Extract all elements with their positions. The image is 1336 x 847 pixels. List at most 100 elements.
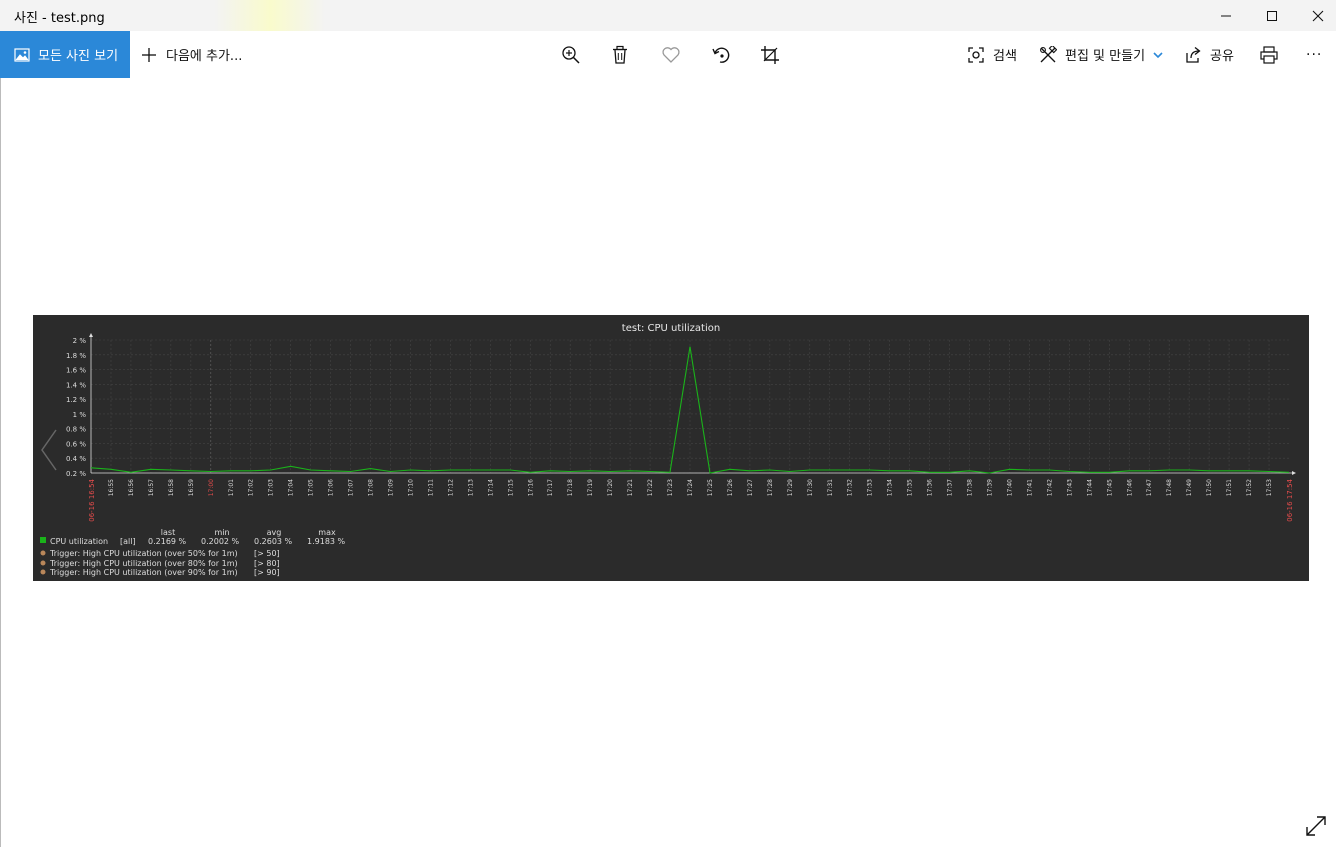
trigger-label: Trigger: High CPU utilization (over 90% …	[49, 568, 238, 577]
x-tick-label: 17:07	[348, 479, 355, 496]
x-tick-label: 17:08	[368, 479, 375, 496]
minimize-button[interactable]	[1203, 0, 1249, 31]
x-tick-label: 17:26	[727, 479, 734, 496]
x-tick-label: 17:40	[1006, 479, 1013, 496]
x-tick-label: 17:18	[567, 479, 574, 496]
chevron-down-icon	[1153, 51, 1163, 58]
legend-series-func: [all]	[120, 537, 136, 546]
close-button[interactable]	[1295, 0, 1336, 31]
x-tick-label: 17:24	[687, 479, 694, 496]
y-tick-label: 1 %	[73, 411, 87, 419]
x-tick-label: 17:09	[388, 479, 395, 496]
y-tick-label: 0.4 %	[66, 455, 86, 463]
legend-header-avg: avg	[267, 528, 282, 537]
add-to-label: 다음에 추가...	[166, 49, 243, 64]
legend-header-min: min	[214, 528, 229, 537]
x-tick-label: 17:53	[1266, 479, 1273, 496]
x-tick-label: 16:57	[148, 479, 155, 496]
x-tick-label: 17:34	[887, 479, 894, 496]
y-tick-label: 1.4 %	[66, 381, 86, 389]
x-tick-label: 17:03	[268, 479, 275, 496]
x-tick-label: 17:50	[1206, 479, 1213, 496]
legend-min-value: 0.2002 %	[201, 537, 240, 546]
legend-avg-value: 0.2603 %	[254, 537, 293, 546]
more-label: ···	[1306, 46, 1323, 63]
add-to-button[interactable]: 다음에 추가...	[140, 31, 242, 78]
x-tick-label: 17:28	[767, 479, 774, 496]
legend-header-last: last	[161, 528, 175, 537]
legend-last-value: 0.2169 %	[148, 537, 187, 546]
x-tick-label: 16:56	[128, 479, 135, 496]
chart-title: test: CPU utilization	[622, 323, 720, 334]
x-tick-label: 17:48	[1166, 479, 1173, 496]
cpu-utilization-graph: test: CPU utilization 2 % 1.8 % 1.6 % 1.4 %…	[33, 315, 1309, 581]
x-tick-label: 16:55	[108, 479, 115, 496]
x-tick-label: 17:39	[987, 479, 994, 496]
trigger-condition: [> 80]	[254, 559, 280, 568]
trigger-label: Trigger: High CPU utilization (over 50% …	[49, 549, 238, 558]
share-button[interactable]: 공유	[1184, 31, 1234, 78]
search-label: 검색	[993, 49, 1017, 64]
edit-create-button[interactable]: 편집 및 만들기	[1039, 31, 1164, 78]
x-tick-label: 17:32	[847, 479, 854, 496]
x-tick-label: 17:46	[1126, 479, 1133, 496]
x-tick-label: 17:41	[1026, 479, 1033, 496]
maximize-button[interactable]	[1249, 0, 1295, 31]
heart-icon	[662, 47, 680, 63]
x-tick-label: 17:11	[427, 479, 434, 496]
trigger-dot	[40, 569, 46, 575]
trigger-condition: [> 50]	[254, 549, 280, 558]
more-button[interactable]: ···	[1306, 31, 1322, 78]
rotate-button[interactable]	[705, 39, 737, 71]
trigger-dot	[40, 560, 46, 566]
x-tick-label: 17:21	[627, 479, 634, 496]
x-tick-label: 16:58	[168, 479, 175, 496]
print-button[interactable]	[1253, 39, 1285, 71]
x-tick-label: 17:42	[1046, 479, 1053, 496]
x-tick-label: 17:33	[867, 479, 874, 496]
trash-icon	[613, 45, 627, 64]
image-icon	[14, 47, 30, 62]
x-tick-label: 17:37	[947, 479, 954, 496]
x-tick-label: 17:27	[747, 479, 754, 496]
x-tick-label: 17:30	[807, 479, 814, 496]
x-tick-label: 17:00	[208, 479, 215, 496]
previous-image-button[interactable]	[38, 428, 62, 472]
fullscreen-button[interactable]	[1304, 814, 1328, 838]
share-icon	[1186, 46, 1201, 63]
favorite-button[interactable]	[655, 39, 687, 71]
x-tick-label: 17:04	[288, 479, 295, 496]
maximize-icon	[1267, 10, 1277, 21]
x-tick-label: 17:06	[328, 479, 335, 496]
minimize-icon	[1221, 15, 1231, 16]
lens-search-icon	[968, 46, 984, 63]
trigger-condition: [> 90]	[254, 568, 280, 577]
delete-button[interactable]	[604, 39, 636, 71]
x-tick-label: 17:29	[787, 479, 794, 496]
crop-button[interactable]	[754, 39, 786, 71]
x-end-label: 06-16 17:54	[1286, 478, 1294, 521]
print-icon	[1260, 46, 1278, 64]
x-tick-label: 17:23	[667, 479, 674, 496]
x-tick-label: 17:22	[647, 479, 654, 496]
x-tick-label: 17:43	[1066, 479, 1073, 496]
x-tick-label: 17:25	[707, 479, 714, 496]
title-bar: 사진 - test.png	[0, 0, 1336, 31]
all-photos-button[interactable]: 모든 사진 보기	[0, 31, 130, 78]
edit-create-label: 편집 및 만들기	[1065, 49, 1146, 64]
legend-max-value: 1.9183 %	[307, 537, 346, 546]
y-tick-label: 0.2 %	[66, 470, 86, 478]
x-tick-label: 17:47	[1146, 479, 1153, 496]
search-button[interactable]: 검색	[967, 31, 1017, 78]
x-tick-label: 17:05	[308, 479, 315, 496]
window-title: 사진 - test.png	[14, 11, 105, 26]
x-tick-label: 17:17	[547, 479, 554, 496]
x-tick-label: 17:15	[507, 479, 514, 496]
x-tick-label: 17:19	[587, 479, 594, 496]
chevron-left-icon	[41, 429, 57, 471]
x-tick-label: 17:13	[467, 479, 474, 496]
y-tick-label: 0.6 %	[66, 440, 86, 448]
legend-series-label: CPU utilization	[50, 537, 108, 546]
toolbar: 모든 사진 보기 다음에 추가... 검색 편집 및 만들기 공유 ···	[0, 31, 1336, 78]
zoom-button[interactable]	[555, 39, 587, 71]
